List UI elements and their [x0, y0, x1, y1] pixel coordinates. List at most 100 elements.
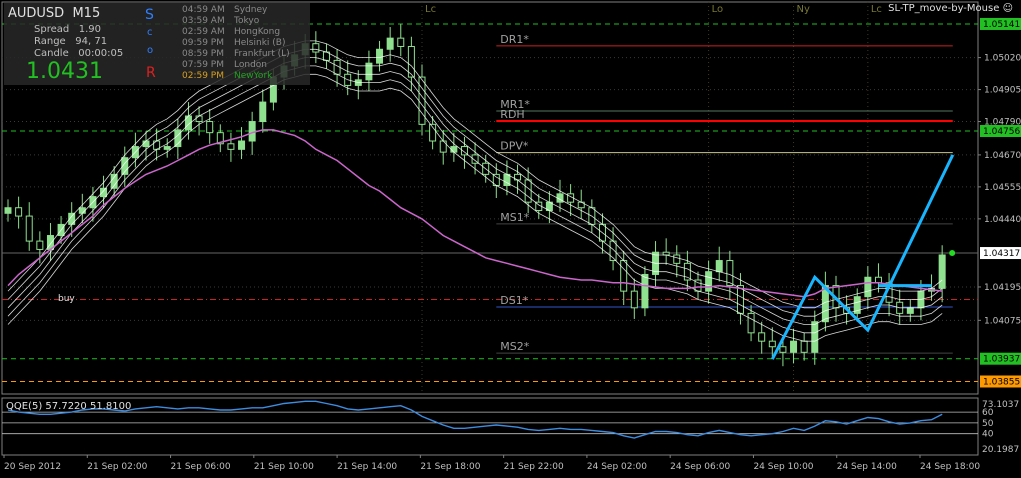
candle-body: [673, 254, 681, 264]
oscillator-tick-label: 50: [982, 419, 994, 429]
candle-body: [620, 260, 628, 292]
candle-body: [163, 146, 171, 150]
range-label: Range 94, 71: [34, 36, 108, 47]
letter-c: c: [147, 27, 153, 38]
price-label-text: 1.03855: [983, 377, 1020, 387]
candle-body: [36, 240, 44, 250]
x-axis-tick-label: 24 Sep 14:00: [837, 462, 897, 472]
candle-body: [227, 143, 235, 150]
candle-body: [206, 121, 214, 134]
qqe-line: [7, 400, 943, 439]
session-name: Frankfurt (L): [234, 49, 290, 59]
session-name: London: [234, 60, 267, 70]
bid-price: 1.0431: [26, 59, 103, 84]
candle-body: [376, 48, 384, 64]
letter-r: R: [146, 65, 156, 81]
x-axis-tick-label: 24 Sep 06:00: [670, 462, 730, 472]
pivot-level-label: DR1*: [500, 33, 529, 46]
candle-body: [259, 101, 267, 123]
oscillator-tick-label: 20.1987: [982, 445, 1019, 455]
price-label-text: 1.04756: [983, 127, 1020, 137]
spread-label: Spread 1.90: [34, 24, 102, 35]
session-name: Sydney: [234, 5, 268, 15]
x-axis-tick-label: 24 Sep 18:00: [920, 462, 980, 472]
y-axis-tick-label: 1.04195: [984, 283, 1021, 293]
y-axis-tick-label: 1.04555: [984, 183, 1021, 193]
pivot-level-label: RDH: [500, 108, 524, 121]
candle-body: [630, 290, 638, 309]
oscillator-tick-label: 40: [982, 430, 994, 440]
session-time: 03:59 AM: [182, 16, 225, 26]
y-axis-tick-label: 1.04905: [984, 86, 1021, 96]
candle-body: [25, 215, 33, 242]
pivot-level-label: DPV*: [500, 140, 529, 153]
y-axis-tick-label: 1.04670: [984, 151, 1021, 161]
candle-body: [142, 140, 150, 148]
letter-s: S: [145, 7, 154, 23]
candle-body: [790, 340, 798, 353]
session-name: Helsinki (B): [234, 38, 286, 48]
candle-body: [312, 43, 320, 53]
price-label-text: 1.03937: [983, 355, 1020, 365]
candle-body: [386, 37, 394, 50]
candle-body: [662, 251, 670, 256]
session-label: Lo: [712, 4, 724, 15]
ema-band-line: [7, 57, 943, 325]
session-time: 04:59 AM: [182, 5, 225, 15]
session-name: HongKong: [234, 27, 281, 37]
current-price-dot: [949, 250, 956, 257]
candle-body: [779, 346, 787, 353]
x-axis-tick-label: 21 Sep 14:00: [337, 462, 397, 472]
ema-band-line: [7, 65, 943, 334]
pivot-level-label: DS1*: [500, 294, 528, 307]
candle-body: [78, 207, 86, 214]
pivot-level-label: MS2*: [500, 340, 529, 353]
x-axis-tick-label: 21 Sep 18:00: [420, 462, 480, 472]
candle-body: [800, 340, 808, 353]
letter-o: o: [147, 45, 154, 56]
sl-tp-indicator-label: SL-TP_move-by-Mouse ☺: [888, 3, 1013, 14]
smiley-icon: ☺: [1002, 3, 1013, 14]
x-axis-tick-label: 21 Sep 10:00: [254, 462, 314, 472]
candle-body: [705, 271, 713, 292]
session-time-active: 02:59 PM: [182, 71, 224, 81]
trend-line[interactable]: [770, 154, 955, 360]
session-label: Ny: [797, 4, 810, 15]
session-label: Lc: [871, 4, 882, 15]
candle-timer: Candle 00:00:05: [34, 48, 124, 59]
candle-body: [726, 260, 734, 287]
candle-body: [768, 340, 776, 348]
session-time: 07:59 PM: [182, 60, 224, 70]
y-axis-tick-label: 1.05020: [984, 54, 1021, 64]
candle-body: [747, 312, 755, 334]
x-axis-tick-label: 21 Sep 22:00: [504, 462, 564, 472]
oscillator-tick-label: 60: [982, 408, 994, 418]
candle-body: [641, 273, 649, 309]
x-axis-tick-label: 24 Sep 10:00: [753, 462, 813, 472]
candle-body: [248, 121, 256, 142]
candle-body: [864, 276, 872, 298]
candle-body: [195, 115, 203, 123]
session-label: Lc: [425, 4, 436, 15]
session-time: 09:59 PM: [182, 38, 224, 48]
candle-body: [450, 146, 458, 153]
candle-body: [811, 321, 819, 353]
candle-body: [715, 260, 723, 273]
oscillator-frame: [1, 397, 979, 456]
candle-body: [418, 76, 426, 125]
candle-body: [906, 307, 914, 314]
candle-body: [524, 179, 532, 203]
pivot-level-label: MS1*: [500, 211, 529, 224]
session-time: 08:59 PM: [182, 49, 224, 59]
buy-order-label: buy: [58, 294, 75, 304]
candle-body: [938, 254, 946, 289]
candle-body: [100, 187, 108, 198]
x-axis-tick-label: 21 Sep 02:00: [87, 462, 147, 472]
candle-body: [758, 332, 766, 342]
qqe-label: QQE(5) 57.7220 51.8100: [6, 401, 132, 412]
candle-body: [238, 140, 246, 150]
candle-body: [15, 207, 23, 217]
y-axis-tick-label: 1.04440: [984, 215, 1021, 225]
x-axis-tick-label: 20 Sep 2012: [4, 462, 61, 472]
y-axis-tick-label: 1.04075: [984, 316, 1021, 326]
